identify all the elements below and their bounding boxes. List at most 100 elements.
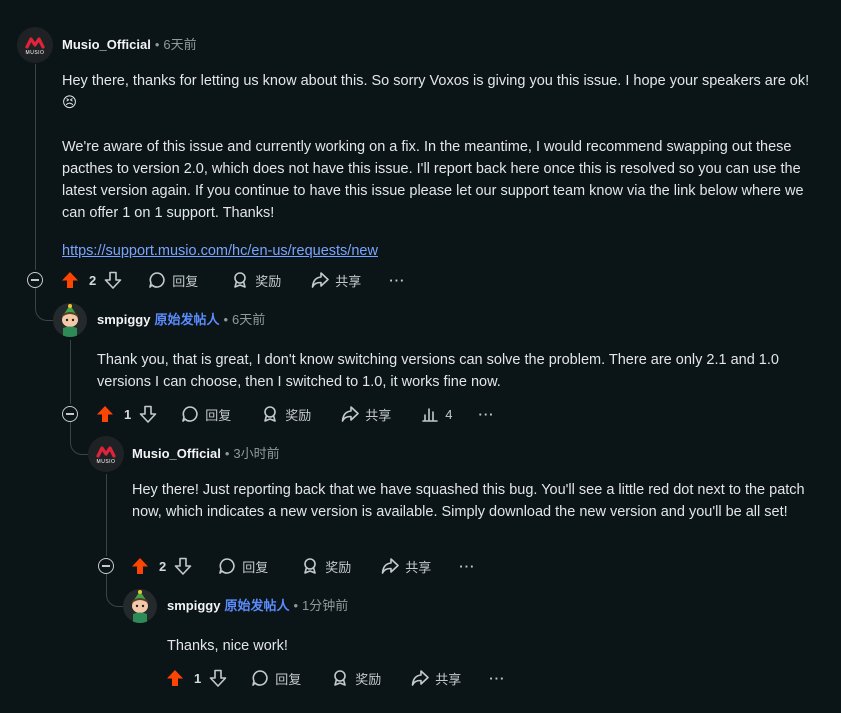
- avatar[interactable]: [53, 303, 87, 337]
- share-icon: [381, 557, 400, 575]
- more-button[interactable]: ···: [459, 559, 475, 574]
- reply-label: 回复: [242, 559, 269, 575]
- reply-button[interactable]: 回复: [181, 405, 231, 424]
- reply-icon: [251, 669, 269, 687]
- award-label: 奖励: [255, 273, 282, 289]
- comment-paragraph: We're aware of this issue and currently …: [62, 139, 804, 221]
- share-label: 共享: [365, 407, 392, 423]
- avatar[interactable]: MUSIO: [88, 436, 124, 472]
- award-label: 奖励: [285, 407, 312, 423]
- author-name[interactable]: smpiggy: [97, 312, 150, 328]
- reply-label: 回复: [275, 671, 302, 687]
- timestamp[interactable]: 6天前: [232, 312, 265, 328]
- svg-text:MUSIO: MUSIO: [26, 50, 45, 56]
- separator-dot: •: [223, 312, 229, 327]
- more-icon: ···: [389, 272, 406, 288]
- comment-actions: 1 回复 奖励 共享 ···: [166, 666, 505, 690]
- op-badge: 原始发帖人: [154, 312, 220, 327]
- comment-paragraph: Hey there, thanks for letting us know ab…: [62, 73, 810, 111]
- comment-header: smpiggy 原始发帖人 • 1分钟前: [167, 598, 348, 614]
- collapse-icon[interactable]: [27, 272, 43, 288]
- comment-header: Musio_Official • 3小时前: [132, 446, 280, 462]
- share-label: 共享: [405, 559, 432, 575]
- svg-text:MUSIO: MUSIO: [97, 459, 116, 465]
- comment-body: Thank you, that is great, I don't know s…: [97, 349, 827, 393]
- vote-group: 2: [131, 557, 192, 575]
- share-label: 共享: [435, 671, 462, 687]
- reply-button[interactable]: 回复: [251, 669, 301, 688]
- award-button[interactable]: 奖励: [331, 669, 381, 688]
- upvote-icon[interactable]: [96, 405, 114, 423]
- insights-icon: [421, 405, 439, 423]
- downvote-icon[interactable]: [174, 557, 192, 575]
- more-button[interactable]: ···: [489, 671, 505, 686]
- reply-button[interactable]: 回复: [218, 557, 268, 576]
- award-icon: [231, 271, 249, 289]
- upvote-icon[interactable]: [131, 557, 149, 575]
- award-label: 奖励: [325, 559, 352, 575]
- comment-actions: 2 回复 奖励 共享 ···: [61, 268, 405, 292]
- share-button[interactable]: 共享: [411, 669, 461, 688]
- share-button[interactable]: 共享: [341, 405, 391, 424]
- vote-count: 1: [124, 406, 132, 422]
- award-button[interactable]: 奖励: [301, 557, 351, 576]
- avatar[interactable]: MUSIO: [17, 27, 53, 63]
- share-icon: [341, 405, 360, 423]
- vote-count: 2: [159, 558, 167, 574]
- collapse-icon[interactable]: [98, 558, 114, 574]
- share-icon: [411, 669, 430, 687]
- comment-paragraph: Hey there! Just reporting back that we h…: [132, 482, 805, 520]
- avatar[interactable]: [123, 589, 157, 623]
- comment-actions: 1 回复 奖励 共享 4 ···: [96, 402, 495, 426]
- author-name[interactable]: smpiggy: [167, 598, 220, 614]
- downvote-icon[interactable]: [209, 669, 227, 687]
- more-button[interactable]: ···: [479, 407, 495, 422]
- insights-button[interactable]: 4: [421, 405, 453, 423]
- timestamp[interactable]: 1分钟前: [302, 598, 348, 614]
- author-name[interactable]: Musio_Official: [132, 446, 221, 462]
- more-icon: ···: [478, 406, 495, 422]
- upvote-icon[interactable]: [166, 669, 184, 687]
- award-button[interactable]: 奖励: [231, 271, 281, 290]
- support-link[interactable]: https://support.musio.com/hc/en-us/reque…: [62, 243, 378, 259]
- reply-icon: [181, 405, 199, 423]
- reply-icon: [148, 271, 166, 289]
- more-icon: ···: [489, 670, 506, 686]
- separator-dot: •: [224, 446, 230, 461]
- timestamp[interactable]: 6天前: [163, 37, 196, 53]
- collapse-icon[interactable]: [62, 406, 78, 422]
- vote-group: 2: [61, 271, 122, 289]
- reply-icon: [218, 557, 236, 575]
- timestamp[interactable]: 3小时前: [233, 446, 279, 462]
- vote-count: 1: [194, 670, 202, 686]
- share-icon: [311, 271, 330, 289]
- op-badge: 原始发帖人: [224, 598, 290, 613]
- comment-paragraph: Thank you, that is great, I don't know s…: [97, 352, 779, 390]
- award-button[interactable]: 奖励: [261, 405, 311, 424]
- comment-paragraph: Thanks, nice work!: [167, 638, 288, 654]
- comment-body: Hey there, thanks for letting us know ab…: [62, 70, 812, 262]
- award-icon: [331, 669, 349, 687]
- share-button[interactable]: 共享: [381, 557, 431, 576]
- comment-body: Hey there! Just reporting back that we h…: [132, 479, 822, 523]
- comment-body: Thanks, nice work!: [167, 635, 817, 657]
- vote-group: 1: [166, 669, 227, 687]
- award-icon: [261, 405, 279, 423]
- award-icon: [301, 557, 319, 575]
- vote-group: 1: [96, 405, 157, 423]
- downvote-icon[interactable]: [139, 405, 157, 423]
- comment-header: smpiggy 原始发帖人 • 6天前: [97, 312, 265, 328]
- share-button[interactable]: 共享: [311, 271, 361, 290]
- reply-button[interactable]: 回复: [148, 271, 198, 290]
- reply-label: 回复: [172, 273, 199, 289]
- downvote-icon[interactable]: [104, 271, 122, 289]
- insights-count: 4: [445, 406, 453, 422]
- award-label: 奖励: [355, 671, 382, 687]
- upvote-icon[interactable]: [61, 271, 79, 289]
- separator-dot: •: [154, 37, 160, 52]
- author-name[interactable]: Musio_Official: [62, 37, 151, 53]
- more-button[interactable]: ···: [389, 273, 405, 288]
- more-icon: ···: [459, 558, 476, 574]
- comment-header: Musio_Official • 6天前: [62, 37, 197, 53]
- share-label: 共享: [335, 273, 362, 289]
